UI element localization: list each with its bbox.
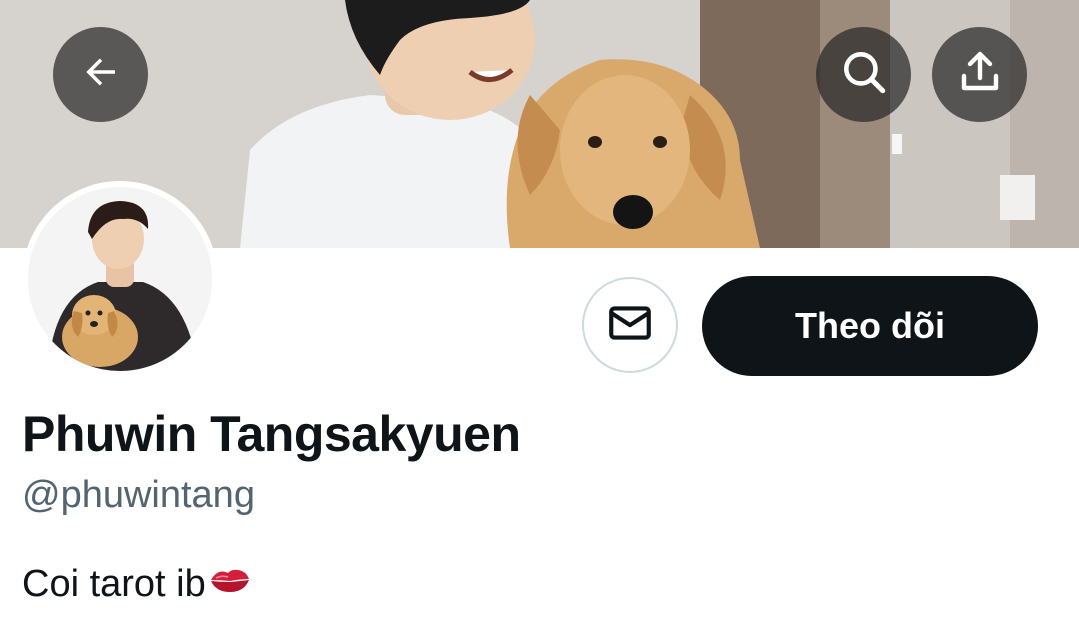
- bio-text: Coi tarot ib: [22, 563, 206, 605]
- display-name: Phuwin Tangsakyuen: [22, 406, 521, 462]
- profile-avatar[interactable]: [22, 181, 218, 377]
- follow-button[interactable]: Theo dõi: [702, 276, 1038, 376]
- mail-icon: [605, 298, 655, 353]
- back-button[interactable]: [53, 27, 148, 122]
- share-button[interactable]: [932, 27, 1027, 122]
- arrow-left-icon: [80, 51, 122, 98]
- profile-bio: Coi tarot ib: [22, 563, 252, 606]
- search-button[interactable]: [816, 27, 911, 122]
- follow-button-label: Theo dõi: [795, 305, 945, 346]
- kiss-mark-icon: [208, 563, 252, 606]
- share-upload-icon: [956, 48, 1004, 101]
- search-icon: [839, 47, 889, 102]
- message-button[interactable]: [582, 277, 678, 373]
- user-handle: @phuwintang: [22, 474, 255, 516]
- avatar: [28, 187, 212, 371]
